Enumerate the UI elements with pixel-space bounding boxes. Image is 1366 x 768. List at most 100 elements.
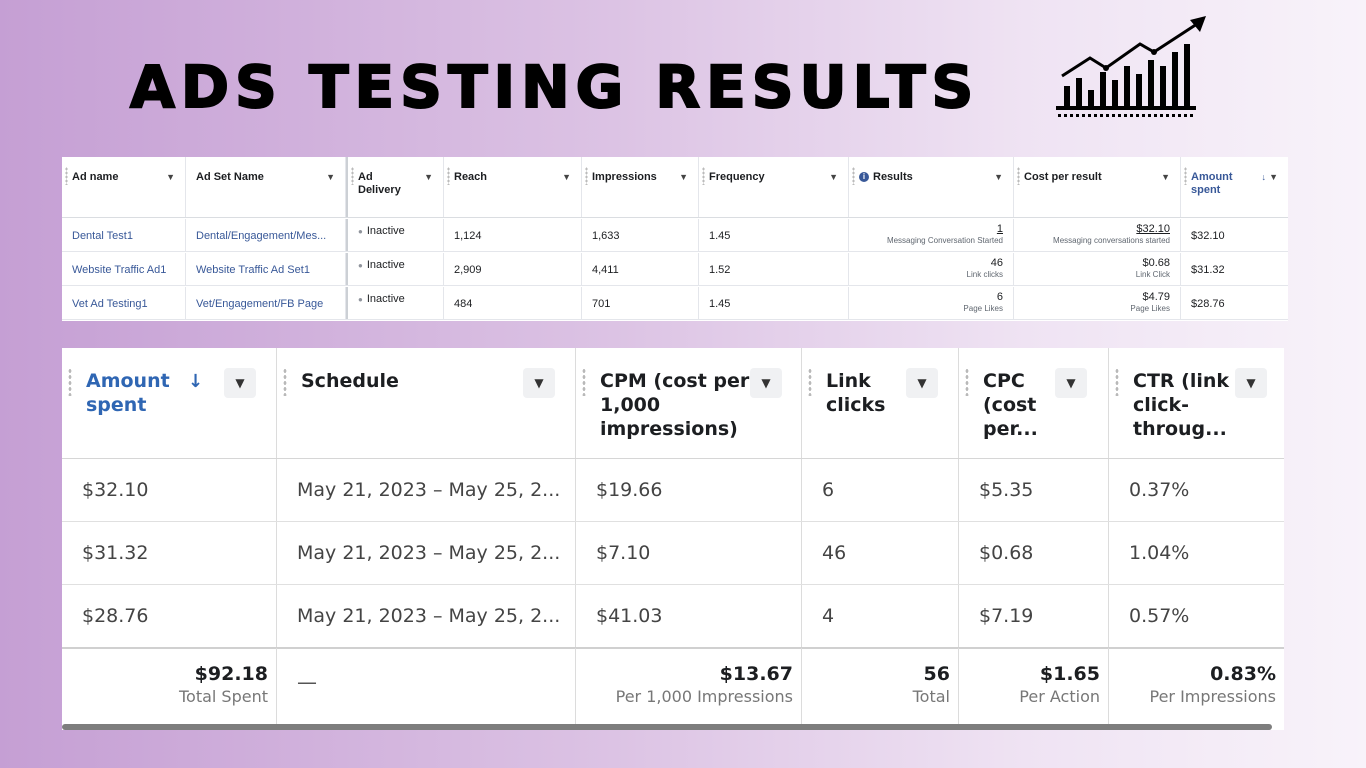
spent-value: $28.76	[1191, 298, 1225, 310]
cpc-value: $5.35	[959, 459, 1109, 521]
results-value: 6 Page Likes	[849, 287, 1014, 319]
ad-set-link[interactable]: Vet/Engagement/FB Page	[186, 287, 346, 319]
schedule-value: May 21, 2023 – May 25, 2...	[277, 585, 576, 647]
drag-handle-icon[interactable]	[351, 167, 354, 185]
delivery-status: ● Inactive	[346, 253, 444, 285]
drag-handle-icon[interactable]	[585, 167, 588, 185]
chevron-down-icon[interactable]: ▼	[906, 368, 938, 398]
frequency-value: 1.45	[699, 287, 849, 319]
drag-handle-icon[interactable]	[1115, 368, 1119, 396]
horizontal-scrollbar[interactable]	[62, 724, 1272, 730]
col-ad-name[interactable]: Ad name ▼	[62, 157, 186, 217]
spent-value: $31.32	[62, 522, 277, 584]
col-ad-delivery[interactable]: Ad Delivery ▼	[346, 157, 444, 217]
total-clicks: 56 Total	[802, 648, 959, 724]
status-dot-icon: ●	[358, 227, 363, 236]
frequency-value: 1.52	[699, 253, 849, 285]
ad-set-link[interactable]: Dental/Engagement/Mes...	[186, 219, 346, 251]
page-title: ADS TESTING RESULTS	[129, 52, 980, 122]
table-row[interactable]: Dental Test1 Dental/Engagement/Mes... ● I…	[62, 219, 1288, 252]
col-reach[interactable]: Reach ▼	[444, 157, 582, 217]
ad-name-link[interactable]: Website Traffic Ad1	[62, 253, 186, 285]
drag-handle-icon[interactable]	[283, 368, 287, 396]
total-cpm: $13.67 Per 1,000 Impressions	[576, 648, 802, 724]
spent-value: $28.76	[62, 585, 277, 647]
chevron-down-icon[interactable]: ▼	[1269, 171, 1278, 184]
drag-handle-icon[interactable]	[68, 368, 72, 396]
chevron-down-icon[interactable]: ▼	[750, 368, 782, 398]
chevron-down-icon[interactable]: ▼	[523, 368, 555, 398]
col-cost-per-result[interactable]: Cost per result ▼	[1014, 157, 1181, 217]
col-amount-spent[interactable]: Amount spent ↓ ▼	[62, 348, 277, 458]
chevron-down-icon[interactable]: ▼	[829, 171, 838, 184]
results-value: 1 Messaging Conversation Started	[849, 219, 1014, 251]
table-row[interactable]: $32.10 May 21, 2023 – May 25, 2... $19.6…	[62, 459, 1284, 522]
chevron-down-icon[interactable]: ▼	[424, 171, 433, 184]
col-amount-spent[interactable]: Amount spent ↓ ▼	[1181, 157, 1288, 217]
col-cpc[interactable]: CPC (cost per... ▼	[959, 348, 1109, 458]
sort-down-arrow-icon[interactable]: ↓	[188, 370, 203, 394]
impressions-value: 4,411	[582, 253, 699, 285]
schedule-value: May 21, 2023 – May 25, 2...	[277, 522, 576, 584]
col-link-clicks[interactable]: Link clicks ▼	[802, 348, 959, 458]
spent-value: $32.10	[62, 459, 277, 521]
ads-table-header: Ad name ▼ Ad Set Name ▼ Ad Delivery ▼ Reach…	[62, 157, 1288, 218]
table-row[interactable]: $28.76 May 21, 2023 – May 25, 2... $41.0…	[62, 585, 1284, 648]
impressions-value: 701	[582, 287, 699, 319]
sort-down-arrow-icon[interactable]: ↓	[1262, 171, 1267, 184]
chevron-down-icon[interactable]: ▼	[224, 368, 256, 398]
reach-value: 2,909	[444, 253, 582, 285]
cpc-value: $0.68	[959, 522, 1109, 584]
chevron-down-icon[interactable]: ▼	[679, 171, 688, 184]
drag-handle-icon[interactable]	[852, 167, 855, 185]
clicks-value: 6	[802, 459, 959, 521]
chevron-down-icon[interactable]: ▼	[166, 171, 175, 184]
total-cpc: $1.65 Per Action	[959, 648, 1109, 724]
ctr-value: 0.37%	[1129, 479, 1190, 501]
ad-name-link[interactable]: Vet Ad Testing1	[62, 287, 186, 319]
delivery-status: ● Inactive	[346, 287, 444, 319]
cpc-value: $7.19	[959, 585, 1109, 647]
col-ad-set-name[interactable]: Ad Set Name ▼	[186, 157, 346, 217]
metrics-table: Amount spent ↓ ▼ Schedule ▼ CPM (cost per 1…	[62, 348, 1284, 730]
drag-handle-icon[interactable]	[1017, 167, 1020, 185]
drag-handle-icon[interactable]	[702, 167, 705, 185]
chevron-down-icon[interactable]: ▼	[994, 171, 1003, 184]
chevron-down-icon[interactable]: ▼	[326, 171, 335, 184]
clicks-value: 46	[802, 522, 959, 584]
drag-handle-icon[interactable]	[1184, 167, 1187, 185]
info-icon[interactable]: i	[859, 172, 869, 182]
metrics-table-header: Amount spent ↓ ▼ Schedule ▼ CPM (cost per 1…	[62, 348, 1284, 459]
chevron-down-icon[interactable]: ▼	[562, 171, 571, 184]
col-schedule[interactable]: Schedule ▼	[277, 348, 576, 458]
cpm-value: $41.03	[576, 585, 802, 647]
chevron-down-icon[interactable]: ▼	[1235, 368, 1267, 398]
growth-chart-icon	[1056, 16, 1206, 117]
status-dot-icon: ●	[358, 261, 363, 270]
drag-handle-icon[interactable]	[447, 167, 450, 185]
drag-handle-icon[interactable]	[808, 368, 812, 396]
spent-value: $32.10	[1191, 230, 1225, 242]
ad-set-link[interactable]: Website Traffic Ad Set1	[186, 253, 346, 285]
spent-value: $31.32	[1191, 264, 1225, 276]
col-impressions[interactable]: Impressions ▼	[582, 157, 699, 217]
table-row[interactable]: Website Traffic Ad1 Website Traffic Ad S…	[62, 253, 1288, 286]
clicks-value: 4	[802, 585, 959, 647]
delivery-status: ● Inactive	[346, 219, 444, 251]
chevron-down-icon[interactable]: ▼	[1055, 368, 1087, 398]
table-row[interactable]: $31.32 May 21, 2023 – May 25, 2... $7.10…	[62, 522, 1284, 585]
col-results[interactable]: i Results ▼	[849, 157, 1014, 217]
total-spent: $92.18 Total Spent	[62, 648, 277, 724]
col-ctr[interactable]: CTR (link click-throug... ▼	[1109, 348, 1284, 458]
reach-value: 484	[444, 287, 582, 319]
ad-name-link[interactable]: Dental Test1	[62, 219, 186, 251]
chevron-down-icon[interactable]: ▼	[1161, 171, 1170, 184]
drag-handle-icon[interactable]	[582, 368, 586, 396]
cpm-value: $7.10	[576, 522, 802, 584]
drag-handle-icon[interactable]	[965, 368, 969, 396]
table-row[interactable]: Vet Ad Testing1 Vet/Engagement/FB Page ●…	[62, 287, 1288, 320]
drag-handle-icon[interactable]	[65, 167, 68, 185]
impressions-value: 1,633	[582, 219, 699, 251]
col-cpm[interactable]: CPM (cost per 1,000 impressions) ▼	[576, 348, 802, 458]
col-frequency[interactable]: Frequency ▼	[699, 157, 849, 217]
